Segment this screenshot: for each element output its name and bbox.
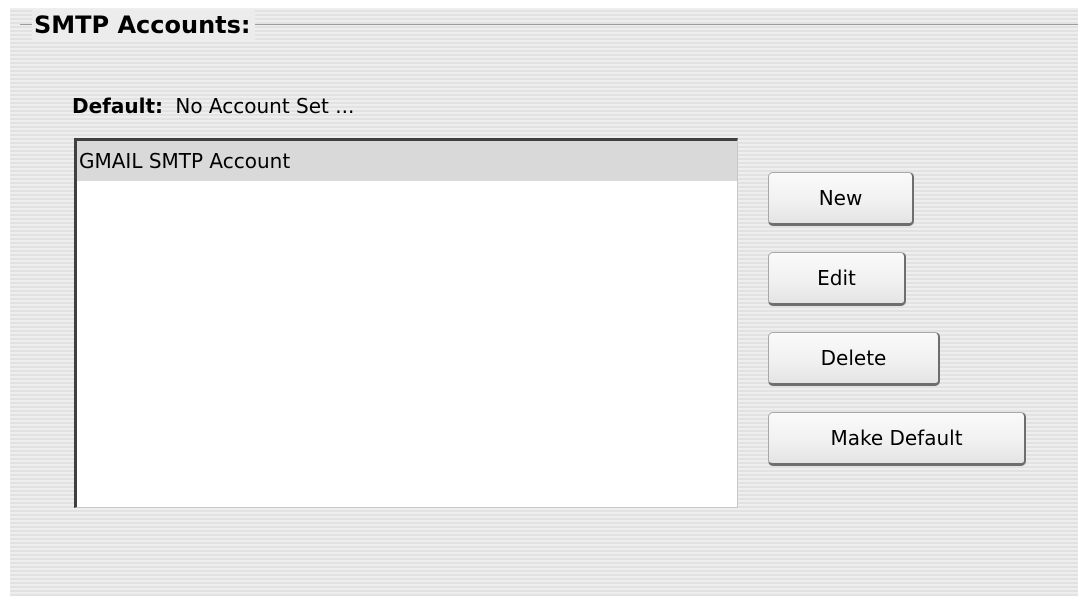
new-button[interactable]: New bbox=[768, 172, 914, 226]
delete-button[interactable]: Delete bbox=[768, 332, 940, 386]
edit-button[interactable]: Edit bbox=[768, 252, 906, 306]
list-item[interactable]: GMAIL SMTP Account bbox=[77, 141, 737, 181]
default-account-row: Default: No Account Set ... bbox=[72, 92, 354, 120]
default-account-label: Default: bbox=[72, 94, 164, 118]
groupbox-title: SMTP Accounts: bbox=[32, 10, 255, 40]
smtp-accounts-listbox[interactable]: GMAIL SMTP Account bbox=[74, 138, 738, 508]
default-account-value: No Account Set ... bbox=[175, 94, 355, 118]
make-default-button[interactable]: Make Default bbox=[768, 412, 1026, 466]
